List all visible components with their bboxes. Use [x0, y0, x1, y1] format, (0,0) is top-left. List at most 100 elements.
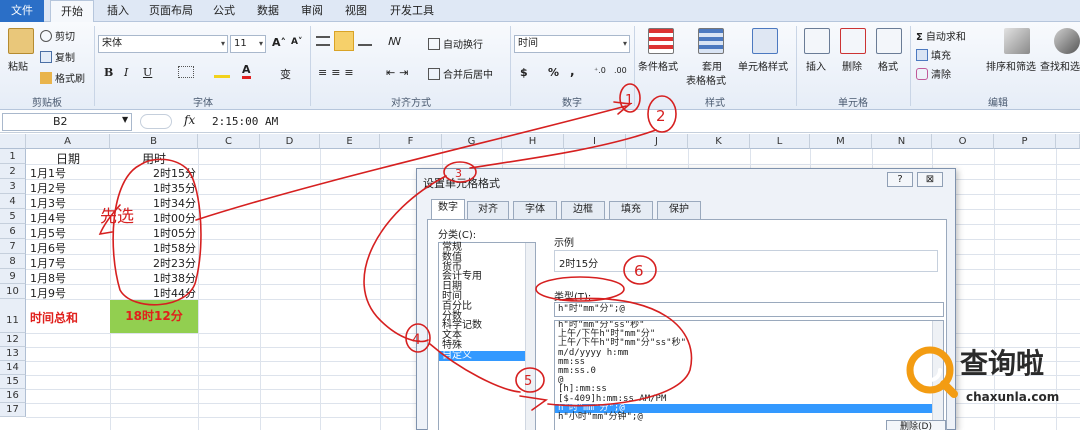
cell-styles-icon[interactable] — [752, 28, 778, 54]
align-bottom-icon[interactable] — [358, 36, 372, 46]
tab-page-layout[interactable]: 页面布局 — [142, 0, 200, 22]
date-cell[interactable]: 1月8号 — [30, 270, 66, 286]
chevron-down-icon[interactable]: ▼ — [122, 115, 128, 124]
type-input[interactable]: h"时"mm"分";@ — [554, 302, 944, 317]
find-select-button[interactable]: 查找和选 — [1040, 58, 1080, 73]
column-header-k[interactable]: K — [688, 134, 750, 149]
indent-icons[interactable]: ⇤⇥ — [386, 66, 412, 79]
format-painter-button[interactable]: 格式刷 — [40, 70, 85, 85]
category-item-selected[interactable]: 自定义 — [439, 350, 535, 361]
underline-button[interactable]: U — [143, 66, 152, 79]
delete-cells-icon[interactable] — [840, 28, 866, 54]
tab-data[interactable]: 数据 — [250, 0, 286, 22]
tab-view[interactable]: 视图 — [338, 0, 374, 22]
clear-button[interactable]: 清除 — [916, 66, 951, 81]
duration-cell[interactable]: 2时15分 — [110, 165, 196, 181]
insert-cells-button[interactable]: 插入 — [806, 58, 826, 73]
paste-icon[interactable] — [8, 28, 34, 54]
date-cell[interactable]: 1月6号 — [30, 240, 66, 256]
comma-button[interactable]: , — [570, 64, 575, 78]
column-header-n[interactable]: N — [872, 134, 932, 149]
tab-developer[interactable]: 开发工具 — [384, 0, 440, 22]
row-header-4[interactable]: 4 — [0, 194, 26, 209]
wrap-text-button[interactable]: 自动换行 — [428, 36, 483, 51]
row-header-12[interactable]: 12 — [0, 333, 26, 347]
duration-cell[interactable]: 2时23分 — [110, 255, 196, 271]
name-box[interactable]: B2 — [2, 113, 132, 131]
row-header-6[interactable]: 6 — [0, 224, 26, 239]
shrink-font-button[interactable]: A˅ — [291, 37, 302, 47]
column-header-l[interactable]: L — [750, 134, 810, 149]
row-header-9[interactable]: 9 — [0, 269, 26, 284]
column-header-a[interactable]: A — [26, 134, 110, 149]
format-code-item[interactable]: h"小时"mm"分钟";@ — [555, 412, 943, 422]
align-middle-icon[interactable] — [334, 31, 354, 51]
column-header-o[interactable]: O — [932, 134, 994, 149]
borders-icon[interactable] — [178, 66, 194, 78]
table-format-label-2[interactable]: 表格格式 — [686, 72, 726, 87]
grow-font-button[interactable]: A˄ — [272, 36, 286, 49]
fill-button[interactable]: 填充 — [916, 47, 951, 62]
date-cell[interactable]: 1月4号 — [30, 210, 66, 226]
total-value-cell[interactable]: 18时12分 — [110, 300, 198, 333]
insert-function-button[interactable]: fx — [184, 113, 195, 127]
duration-cell[interactable]: 1时58分 — [110, 240, 196, 256]
fill-color-icon[interactable] — [214, 67, 230, 78]
delete-cells-button[interactable]: 删除 — [842, 58, 862, 73]
column-header-d[interactable]: D — [260, 134, 320, 149]
row-header-15[interactable]: 15 — [0, 375, 26, 389]
merge-center-button[interactable]: 合并后居中 — [428, 66, 493, 81]
duration-cell[interactable]: 1时00分 — [110, 210, 196, 226]
row-header-1[interactable]: 1 — [0, 149, 26, 164]
row-header-13[interactable]: 13 — [0, 347, 26, 361]
table-format-label-1[interactable]: 套用 — [702, 58, 722, 73]
duration-cell[interactable]: 1时35分 — [110, 180, 196, 196]
row-header-5[interactable]: 5 — [0, 209, 26, 224]
format-code-list[interactable]: h"时"mm"分"ss"秒" 上午/下午h"时"mm"分" 上午/下午h"时"m… — [554, 320, 944, 430]
tab-number[interactable]: 数字 — [431, 199, 465, 220]
row-header-14[interactable]: 14 — [0, 361, 26, 375]
tab-formulas[interactable]: 公式 — [206, 0, 242, 22]
duration-cell[interactable]: 1时44分 — [110, 285, 196, 301]
duration-cell[interactable]: 1时34分 — [110, 195, 196, 211]
orientation-icon[interactable]: ꟿ — [388, 35, 401, 48]
row-header-16[interactable]: 16 — [0, 389, 26, 403]
duration-cell[interactable]: 1时38分 — [110, 270, 196, 286]
horizontal-align-icons[interactable]: ≡≡≡ — [318, 66, 358, 79]
cut-button[interactable]: 剪切 — [40, 28, 75, 43]
column-header-h[interactable]: H — [502, 134, 564, 149]
date-cell[interactable]: 1月1号 — [30, 165, 66, 181]
select-all-corner[interactable] — [0, 134, 26, 149]
percent-button[interactable]: % — [548, 66, 559, 79]
delete-format-button[interactable]: 删除(D) — [886, 420, 946, 430]
help-button[interactable]: ? — [887, 172, 913, 187]
column-header-i[interactable]: I — [564, 134, 626, 149]
date-cell[interactable]: 1月5号 — [30, 225, 66, 241]
insert-cells-icon[interactable] — [804, 28, 830, 54]
decimal-increase-icon[interactable]: ⁺.0 — [594, 66, 606, 75]
decimal-decrease-icon[interactable]: .00 — [614, 66, 627, 75]
tab-insert[interactable]: 插入 — [100, 0, 136, 22]
column-header-p[interactable]: P — [994, 134, 1056, 149]
close-button[interactable]: ⊠ — [917, 172, 943, 187]
format-cells-icon[interactable] — [876, 28, 902, 54]
column-header-m[interactable]: M — [810, 134, 872, 149]
date-cell[interactable]: 1月3号 — [30, 195, 66, 211]
column-header-b[interactable]: B — [110, 134, 198, 149]
sort-filter-button[interactable]: 排序和筛选 — [986, 58, 1036, 73]
number-format-select[interactable]: 时间 ▾ — [514, 35, 630, 53]
phonetic-button[interactable]: 变 — [280, 66, 291, 82]
cell-styles-button[interactable]: 单元格样式 — [738, 58, 788, 73]
font-size-select[interactable]: 11 ▾ — [230, 35, 266, 53]
table-format-icon[interactable] — [698, 28, 724, 54]
row-header-11[interactable]: 11 — [0, 299, 26, 333]
tab-alignment[interactable]: 对齐 — [467, 201, 509, 219]
row-header-2[interactable]: 2 — [0, 164, 26, 179]
italic-button[interactable]: I — [124, 66, 128, 79]
tab-border[interactable]: 边框 — [561, 201, 605, 219]
format-cells-button[interactable]: 格式 — [878, 58, 898, 73]
sort-filter-icon[interactable] — [1004, 28, 1030, 54]
conditional-format-icon[interactable] — [648, 28, 674, 54]
row-header-7[interactable]: 7 — [0, 239, 26, 254]
binoculars-icon[interactable] — [1054, 28, 1080, 54]
